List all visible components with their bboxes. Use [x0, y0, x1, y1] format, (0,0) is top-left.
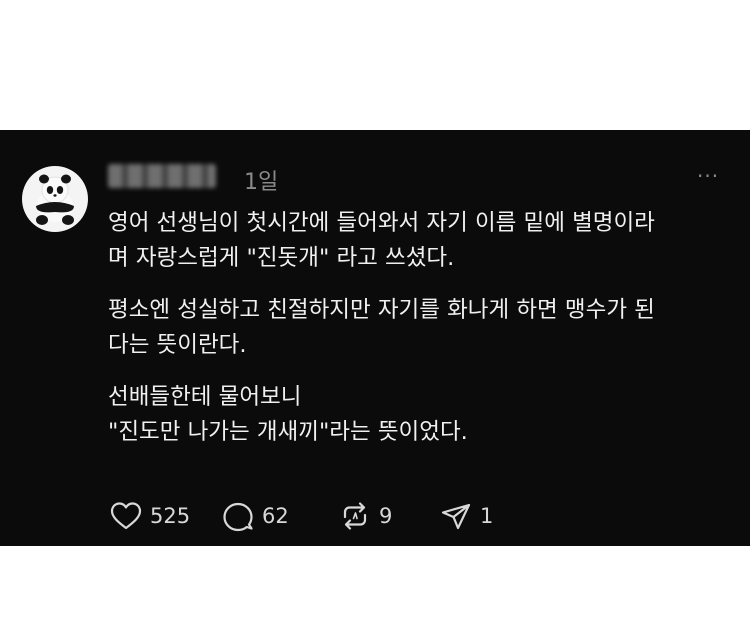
heart-icon [110, 502, 142, 530]
repost-icon [343, 502, 367, 530]
comment-button[interactable]: 62 [220, 500, 337, 532]
post-body: 영어 선생님이 첫시간에 들어와서 자기 이름 밑에 별명이라 며 자랑스럽게 … [108, 206, 733, 467]
like-count: 525 [150, 504, 191, 528]
like-button[interactable]: 525 [108, 500, 220, 532]
more-options-icon[interactable]: ··· [697, 164, 719, 188]
repost-button[interactable]: 9 [337, 500, 438, 532]
username-blurred[interactable] [108, 164, 216, 188]
share-count: 1 [480, 504, 494, 528]
avatar[interactable] [22, 166, 88, 232]
action-bar: 525 62 9 1 [108, 500, 498, 532]
comment-icon [223, 502, 253, 532]
send-icon [441, 503, 471, 530]
panda-avatar-icon [36, 174, 74, 225]
share-button[interactable]: 1 [438, 500, 498, 532]
thread-post: 1일 ··· 영어 선생님이 첫시간에 들어와서 자기 이름 밑에 별명이라 며… [0, 130, 750, 546]
comment-count: 62 [262, 504, 289, 528]
post-time: 1일 [244, 170, 279, 195]
post-paragraph-2: 평소엔 성실하고 친절하지만 자기를 화나게 하면 맹수가 된 다는 뜻이란다. [108, 297, 655, 358]
repost-count: 9 [379, 504, 393, 528]
post-paragraph-1: 영어 선생님이 첫시간에 들어와서 자기 이름 밑에 별명이라 며 자랑스럽게 … [108, 210, 655, 271]
post-paragraph-3: 선배들한테 물어보니 "진도만 나가는 개새끼"라는 뜻이었다. [108, 384, 468, 445]
